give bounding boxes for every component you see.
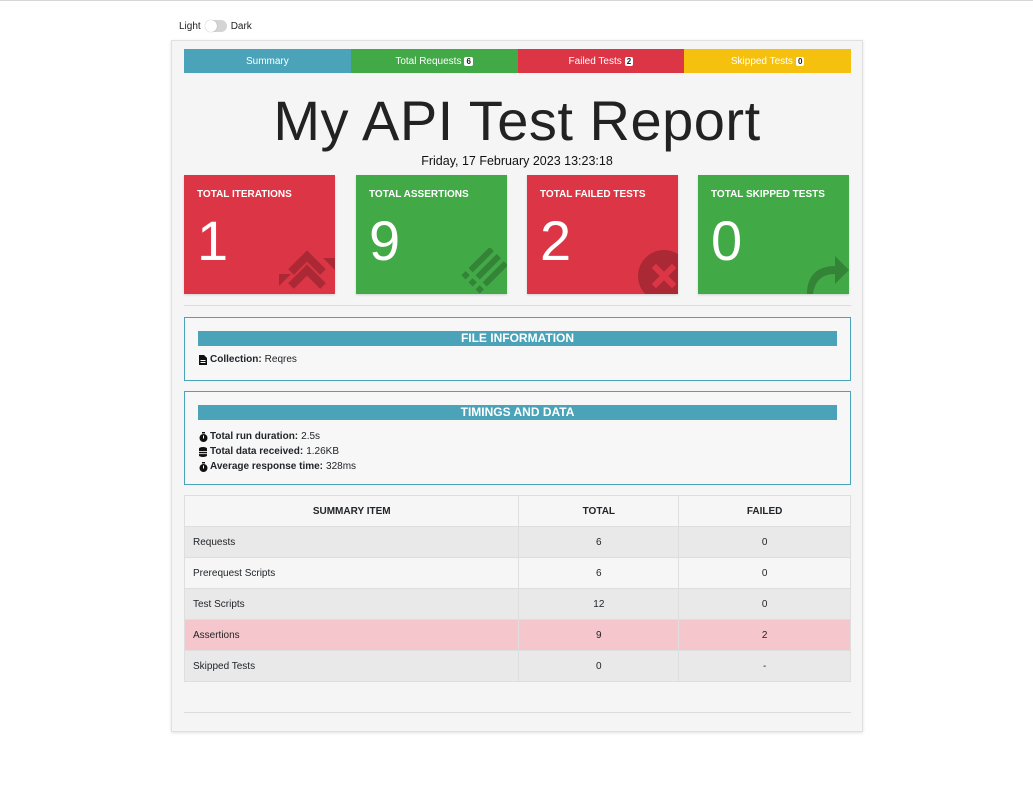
stat-value: 0 <box>711 209 743 272</box>
report-title: My API Test Report <box>273 89 761 152</box>
table-row-requests: Requests 6 0 <box>183 526 851 558</box>
dark-label: Dark <box>230 20 252 32</box>
tab-skipped-tests[interactable]: Skipped Tests 0 <box>684 49 851 73</box>
collection-value: Reqres <box>264 354 297 365</box>
stat-label: TOTAL ITERATIONS <box>197 189 292 200</box>
data-received-row: Total data received: 1.26KB <box>198 444 850 459</box>
tab-total-requests-badge: 6 <box>464 56 473 66</box>
theme-switch[interactable] <box>204 20 227 32</box>
avg-response-label: Average response time: <box>210 461 324 472</box>
collection-label: Collection: <box>210 354 262 365</box>
tab-total-requests-label: Total Requests <box>395 55 462 67</box>
tab-summary[interactable]: Summary <box>184 49 351 73</box>
avg-response-value: 328ms <box>326 461 357 472</box>
cell-item: Requests <box>183 526 520 558</box>
timings-and-data-heading: TIMINGS AND DATA <box>198 405 837 420</box>
stopwatch-icon <box>198 461 208 472</box>
section-divider <box>184 305 851 306</box>
stat-label: TOTAL ASSERTIONS <box>369 189 469 200</box>
times-circle-icon <box>638 250 678 294</box>
stat-total-failed-tests: TOTAL FAILED TESTS 2 <box>527 175 678 294</box>
database-icon <box>198 446 208 457</box>
data-received-label: Total data received: <box>210 446 304 457</box>
tab-failed-tests[interactable]: Failed Tests 2 <box>517 49 685 73</box>
cell-total: 6 <box>518 557 680 589</box>
avg-response-row: Average response time: 328ms <box>198 459 850 474</box>
cell-failed: 2 <box>678 619 851 651</box>
stat-value: 2 <box>540 209 572 272</box>
run-duration-value: 2.5s <box>301 431 321 442</box>
column-header-failed: FAILED <box>678 495 851 527</box>
timings-and-data-panel: TIMINGS AND DATA Total run duration: 2.5… <box>184 391 851 485</box>
switch-knob <box>204 20 217 32</box>
tab-bar: Summary Total Requests 6 Failed Tests 2 … <box>184 49 851 73</box>
report-date: Friday, 17 February 2023 13:23:18 <box>421 154 613 168</box>
cell-total: 9 <box>518 619 680 651</box>
column-header-total: TOTAL <box>518 495 680 527</box>
share-arrow-icon <box>807 256 849 294</box>
cell-total: 12 <box>518 588 680 620</box>
tab-skipped-tests-badge: 0 <box>795 56 805 66</box>
column-header-summary-item: SUMMARY ITEM <box>183 495 520 527</box>
report-card: Summary Total Requests 6 Failed Tests 2 … <box>171 40 863 732</box>
list-icon <box>461 248 507 294</box>
top-border <box>0 0 1033 1</box>
cell-failed: 0 <box>678 526 851 558</box>
stat-value: 1 <box>197 209 229 272</box>
data-received-value: 1.26KB <box>306 446 339 457</box>
run-duration-row: Total run duration: 2.5s <box>198 429 850 444</box>
cell-failed: - <box>678 650 851 682</box>
collection-row: Collection: Reqres <box>198 352 850 367</box>
theme-toggle: Light Dark <box>179 20 252 32</box>
stopwatch-icon <box>198 431 208 442</box>
cell-failed: 0 <box>678 557 851 589</box>
stat-total-skipped-tests: TOTAL SKIPPED TESTS 0 <box>698 175 849 294</box>
run-duration-label: Total run duration: <box>210 431 299 442</box>
table-header-row: SUMMARY ITEM TOTAL FAILED <box>183 495 851 527</box>
tab-summary-label: Summary <box>245 55 289 67</box>
tab-failed-tests-badge: 2 <box>624 56 634 66</box>
stat-total-assertions: TOTAL ASSERTIONS 9 <box>356 175 507 294</box>
tab-total-requests[interactable]: Total Requests 6 <box>350 49 518 73</box>
stat-label: TOTAL SKIPPED TESTS <box>711 189 825 200</box>
table-row-assertions: Assertions 9 2 <box>183 619 851 651</box>
cell-item: Test Scripts <box>183 588 520 620</box>
cell-total: 6 <box>518 526 680 558</box>
sync-icon <box>279 250 335 289</box>
file-icon <box>198 354 208 365</box>
file-information-panel: FILE INFORMATION Collection: Reqres <box>184 317 851 381</box>
tab-failed-tests-label: Failed Tests <box>568 55 622 67</box>
stat-label: TOTAL FAILED TESTS <box>540 189 646 200</box>
tab-skipped-tests-label: Skipped Tests <box>730 55 793 67</box>
cell-item: Skipped Tests <box>183 650 520 682</box>
cell-item: Assertions <box>183 619 520 651</box>
file-information-heading: FILE INFORMATION <box>198 331 837 346</box>
table-row-skipped-tests: Skipped Tests 0 - <box>183 650 851 682</box>
table-row-test-scripts: Test Scripts 12 0 <box>183 588 851 620</box>
cell-total: 0 <box>518 650 680 682</box>
cell-failed: 0 <box>678 588 851 620</box>
cell-item: Prerequest Scripts <box>183 557 520 589</box>
light-label: Light <box>179 20 201 32</box>
bottom-divider <box>184 712 851 713</box>
summary-table: SUMMARY ITEM TOTAL FAILED Requests 6 0 P… <box>183 495 851 682</box>
stat-total-iterations: TOTAL ITERATIONS 1 <box>184 175 335 294</box>
stat-value: 9 <box>369 209 401 272</box>
table-row-prerequest-scripts: Prerequest Scripts 6 0 <box>183 557 851 589</box>
